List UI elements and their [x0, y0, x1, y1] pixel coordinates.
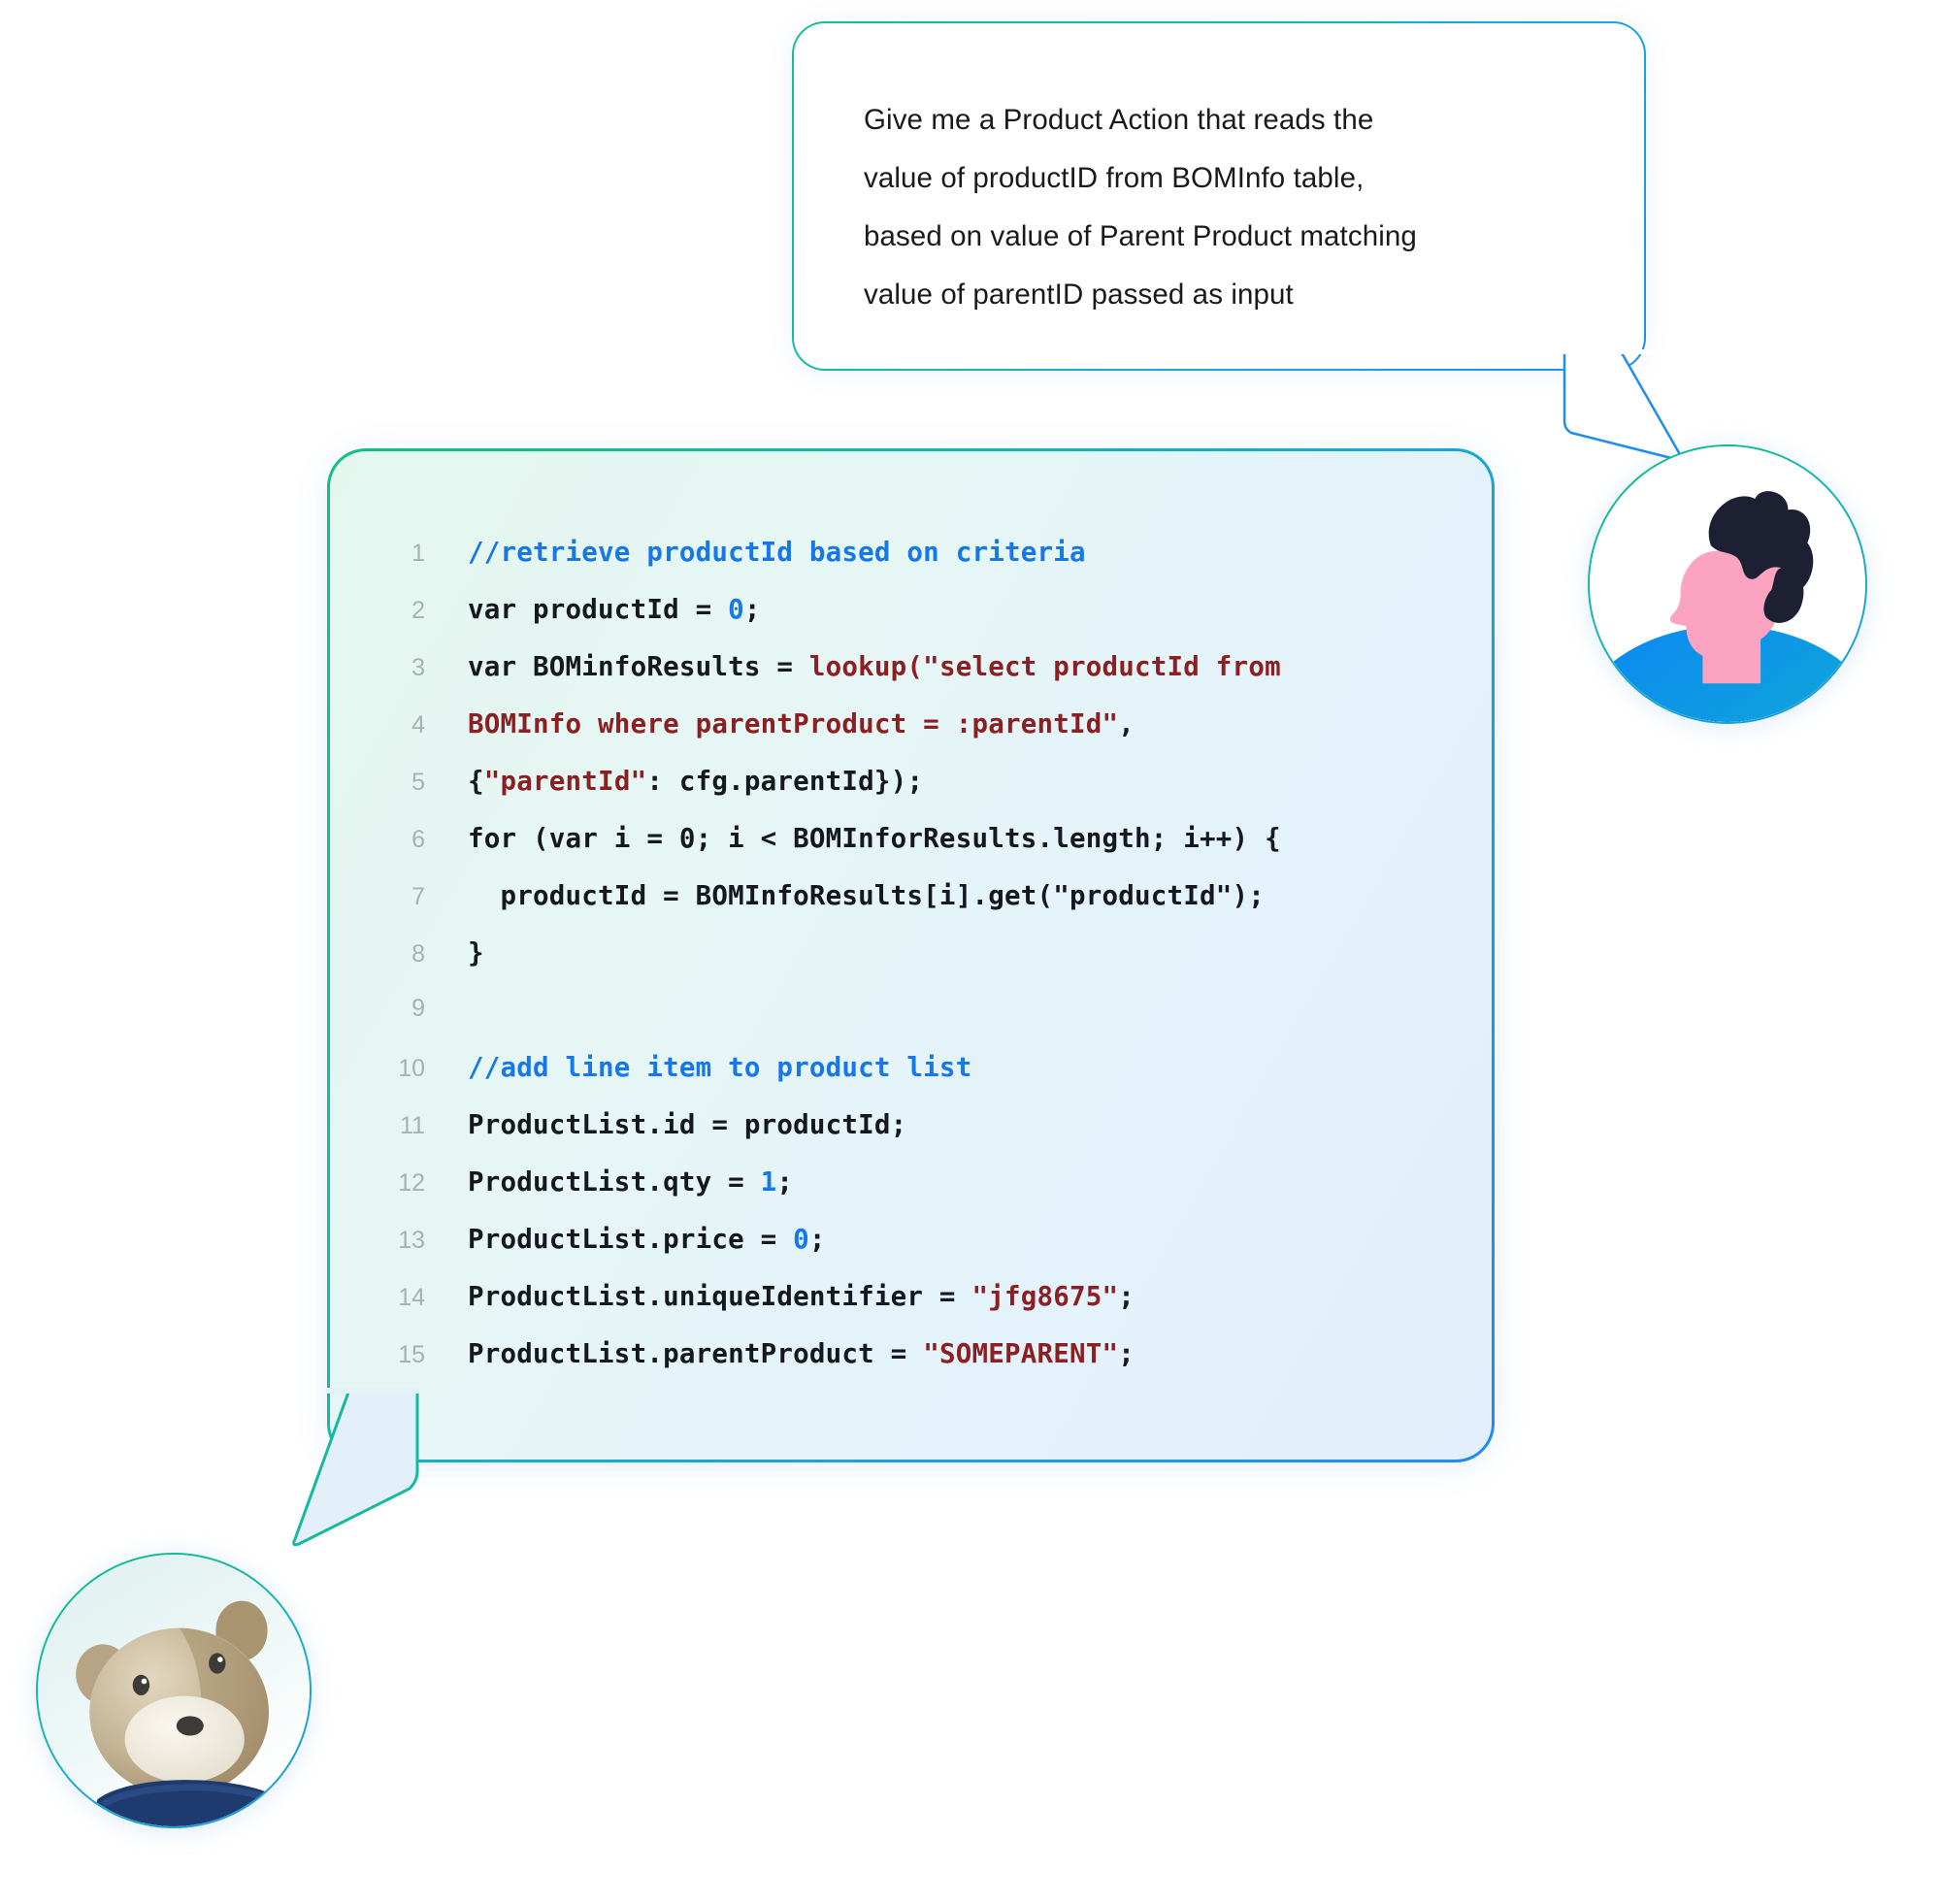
code-line-content: {"parentId": cfg.parentId}); [435, 766, 923, 797]
code-line: 11 ProductList.id = productId; [365, 1109, 1463, 1166]
code-token-plain: ProductList.id = productId; [468, 1109, 907, 1140]
code-line-content: var BOMinfoResults = lookup("select prod… [435, 651, 1281, 682]
code-line-content: } [435, 937, 484, 968]
code-bubble-tail [292, 1388, 419, 1547]
code-line-content: ProductList.price = 0; [435, 1224, 826, 1255]
code-token-plain: , [1118, 708, 1135, 739]
code-token-string: BOMInfo where parentProduct = :parentId" [468, 708, 1119, 739]
code-token-plain: ; [743, 594, 761, 625]
code-token-num: 0 [793, 1224, 809, 1255]
code-token-comment: //retrieve productId based on criteria [468, 537, 1086, 568]
code-line: 10 //add line item to product list [365, 1052, 1463, 1109]
code-line: 4 BOMInfo where parentProduct = :parentId… [365, 708, 1463, 766]
assistant-code-bubble: 1 //retrieve productId based on criteria 2… [327, 448, 1495, 1462]
code-line-content: ProductList.parentProduct = "SOMEPARENT"… [435, 1338, 1135, 1369]
code-block[interactable]: 1 //retrieve productId based on criteria 2… [365, 537, 1463, 1395]
code-token-num: 1 [760, 1166, 777, 1198]
code-token-plain: ProductList.uniqueIdentifier = [468, 1281, 972, 1312]
code-token-plain: ProductList.price = [468, 1224, 794, 1255]
code-token-string: "jfg8675" [971, 1281, 1119, 1312]
code-line: 8} [365, 937, 1463, 995]
code-token-string: "parentId" [483, 766, 647, 797]
code-line-number: 14 [398, 1284, 425, 1311]
code-line: 1 //retrieve productId based on criteria [365, 537, 1463, 594]
question-bubble-tail [1563, 349, 1685, 462]
person-icon [1590, 446, 1865, 722]
code-line: 5 {"parentId": cfg.parentId}); [365, 766, 1463, 823]
code-token-string: lookup("select productId from [808, 651, 1281, 682]
code-line: 2 var productId = 0; [365, 594, 1463, 651]
code-token-string: "SOMEPARENT" [923, 1338, 1119, 1369]
code-line: 14 ProductList.uniqueIdentifier = "jfg867… [365, 1281, 1463, 1338]
code-token-plain: } [468, 937, 484, 968]
code-line-content: for (var i = 0; i < BOMInforResults.leng… [435, 823, 1281, 854]
code-line-content: //retrieve productId based on criteria [435, 537, 1086, 568]
code-token-plain: var productId = [468, 594, 729, 625]
code-line-content: ProductList.id = productId; [435, 1109, 906, 1140]
code-line-number: 11 [400, 1112, 425, 1139]
code-line-content: productId = BOMInfoResults[i].get("produ… [435, 880, 1265, 911]
code-token-plain: ProductList.qty = [468, 1166, 761, 1198]
code-token-plain: { [468, 766, 484, 797]
code-line-number: 9 [411, 995, 425, 1022]
code-token-plain: productId = BOMInfoResults[i].get("produ… [468, 880, 1266, 911]
code-line-number: 2 [411, 597, 425, 624]
code-line: 6 for (var i = 0; i < BOMInforResults.len… [365, 823, 1463, 880]
code-line: 12 ProductList.qty = 1; [365, 1166, 1463, 1224]
user-question-text: Give me a Product Action that reads the … [864, 104, 1417, 311]
code-token-comment: //add line item to product list [468, 1052, 972, 1083]
code-line-number: 3 [411, 654, 425, 681]
code-line: 13 ProductList.price = 0; [365, 1224, 1463, 1281]
code-token-plain: : cfg.parentId}); [646, 766, 924, 797]
code-line-content: ProductList.uniqueIdentifier = "jfg8675"… [435, 1281, 1135, 1312]
code-token-plain: ; [1118, 1338, 1135, 1369]
code-line-number: 10 [398, 1055, 425, 1082]
code-line: 3 var BOMinfoResults = lookup("select pro… [365, 651, 1463, 708]
code-line-number: 12 [398, 1169, 425, 1197]
code-line-number: 1 [411, 540, 425, 567]
code-line-number: 8 [411, 940, 425, 968]
assistant-avatar[interactable] [36, 1553, 312, 1828]
code-token-plain: var BOMinfoResults = [468, 651, 809, 682]
code-line-number: 13 [398, 1227, 425, 1254]
code-line-number: 15 [398, 1341, 425, 1368]
code-line-number: 7 [411, 883, 425, 910]
code-line-content: var productId = 0; [435, 594, 761, 625]
user-avatar[interactable] [1588, 444, 1867, 724]
code-token-plain: ; [776, 1166, 794, 1198]
code-token-plain: ; [1118, 1281, 1135, 1312]
code-token-num: 0 [728, 594, 744, 625]
code-line: 7 productId = BOMInfoResults[i].get("pro… [365, 880, 1463, 937]
code-line-content: BOMInfo where parentProduct = :parentId"… [435, 708, 1135, 739]
code-line-content: ProductList.qty = 1; [435, 1166, 793, 1198]
code-token-plain: for (var i = 0; i < BOMInforResults.leng… [468, 823, 1281, 854]
code-line-number: 4 [411, 711, 425, 739]
code-line-content: //add line item to product list [435, 1052, 971, 1083]
user-question-bubble: Give me a Product Action that reads the … [792, 21, 1646, 371]
code-line-number: 6 [411, 826, 425, 853]
bear-icon [38, 1555, 310, 1826]
code-line: 15 ProductList.parentProduct = "SOMEPAREN… [365, 1338, 1463, 1395]
code-line-number: 5 [411, 769, 425, 796]
code-token-plain: ; [808, 1224, 826, 1255]
code-token-plain: ProductList.parentProduct = [468, 1338, 924, 1369]
code-line: 9 [365, 995, 1463, 1052]
